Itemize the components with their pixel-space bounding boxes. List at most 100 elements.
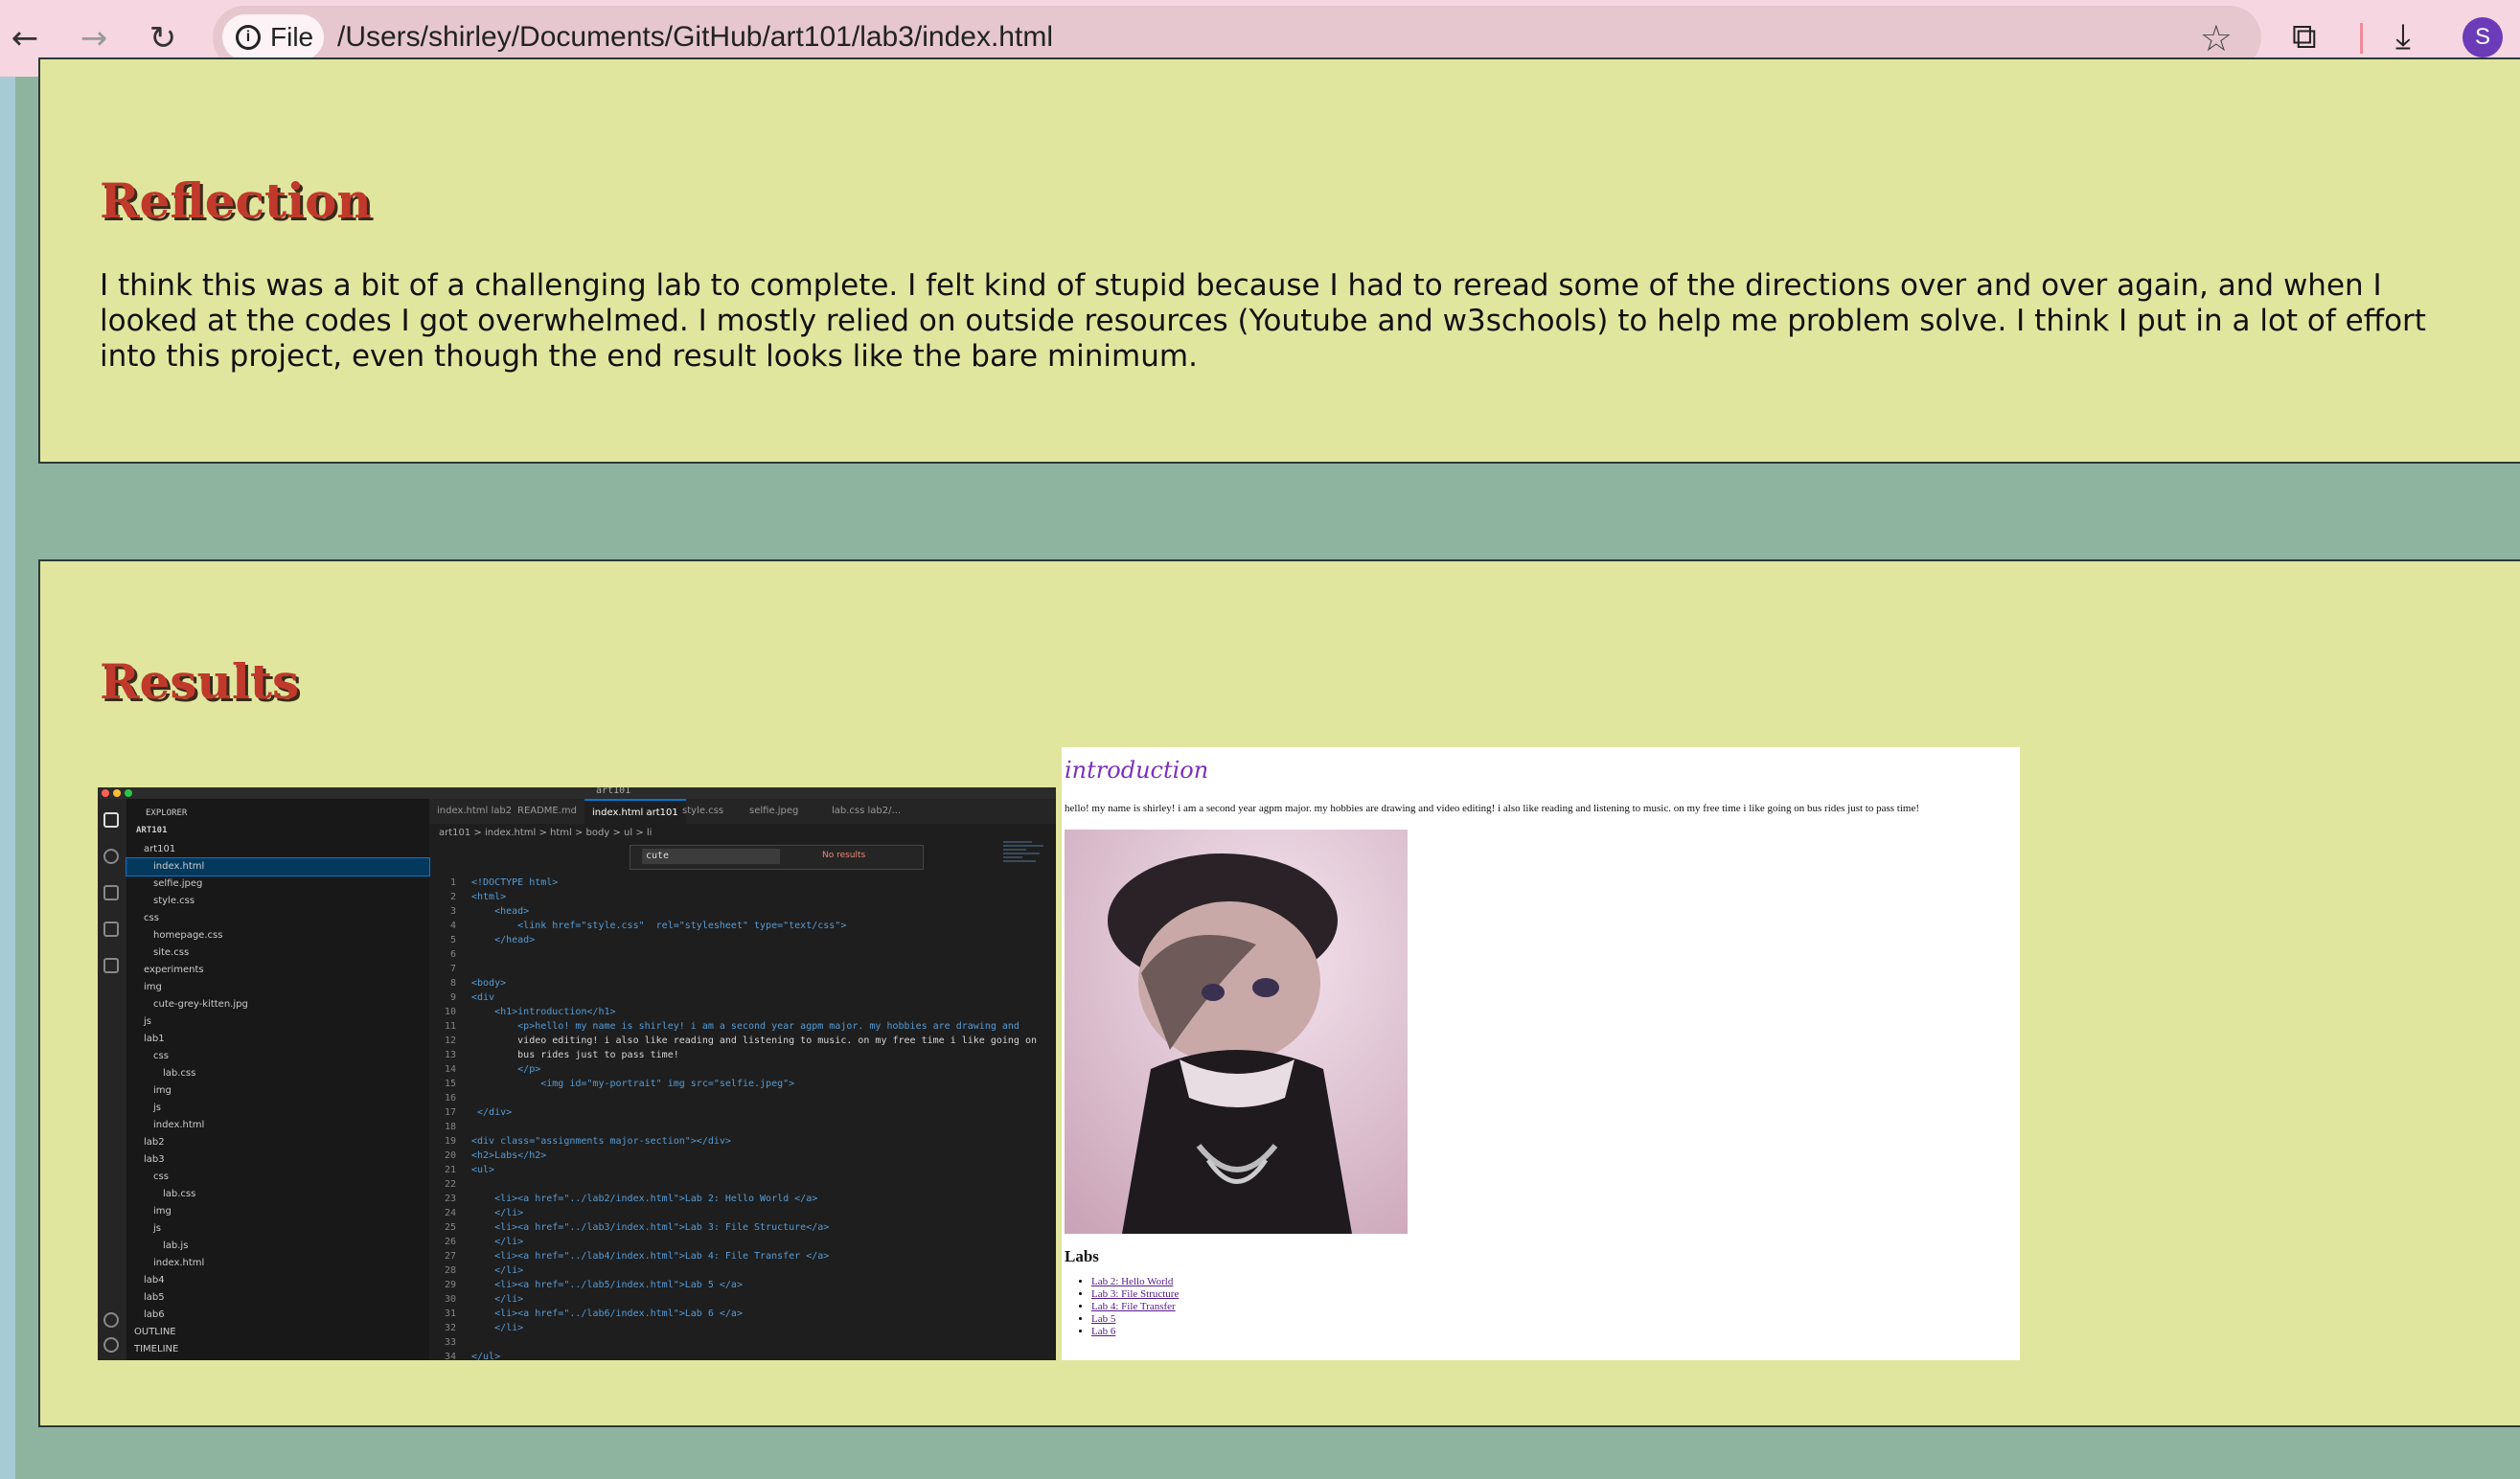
list-item: Lab 5 bbox=[1091, 1313, 1179, 1326]
code-line: 17 </div> bbox=[444, 1107, 513, 1118]
code-line-text: bus rides just to pass time! bbox=[471, 1050, 679, 1060]
code-line-text: <div class="assignments major-section"><… bbox=[471, 1136, 731, 1147]
file-tree-item: img bbox=[144, 982, 162, 992]
code-line: 10 <h1>introduction</h1> bbox=[444, 1007, 616, 1017]
code-line-text: <li><a href="../lab4/index.html">Lab 4: … bbox=[471, 1251, 830, 1262]
code-line-text: </div> bbox=[471, 1107, 513, 1118]
reflection-text: I think this was a bit of a challenging … bbox=[100, 268, 2426, 374]
find-result-text: No results bbox=[822, 851, 866, 860]
file-tree-item: selfie.jpeg bbox=[153, 878, 203, 889]
code-line: 7 bbox=[449, 964, 456, 974]
code-line: 28 </li> bbox=[444, 1265, 524, 1276]
code-line: 18 bbox=[444, 1122, 456, 1132]
vscode-titlebar: art101 bbox=[98, 787, 1056, 799]
code-line-text: <head> bbox=[471, 906, 530, 917]
site-info-chip[interactable]: i File bbox=[222, 14, 324, 60]
bookmark-star-icon[interactable]: ☆ bbox=[2200, 17, 2233, 59]
file-tree-item: js bbox=[153, 1103, 161, 1113]
code-line-text: <li><a href="../lab2/index.html">Lab 2: … bbox=[471, 1194, 818, 1204]
preview-labs-list: Lab 2: Hello World Lab 3: File Structure… bbox=[1065, 1276, 1179, 1338]
code-line: 26 </li> bbox=[444, 1237, 524, 1247]
source-control-icon bbox=[103, 885, 119, 900]
editor-breadcrumb: art101 > index.html > html > body > ul >… bbox=[439, 828, 653, 838]
file-tree-item: js bbox=[153, 1223, 161, 1234]
file-tree-item: index.html bbox=[153, 1258, 205, 1268]
account-icon bbox=[103, 1312, 119, 1328]
code-line-text: <link href="style.css" rel="stylesheet" … bbox=[471, 921, 847, 931]
minimize-dot bbox=[113, 789, 121, 797]
explorer-label: EXPLORER bbox=[146, 808, 188, 818]
site-chip-label: File bbox=[270, 22, 314, 52]
code-line: 31 <li><a href="../lab6/index.html">Lab … bbox=[444, 1308, 743, 1319]
file-tree-item: lab4 bbox=[144, 1275, 165, 1286]
editor-tab: selfie.jpeg bbox=[749, 806, 799, 816]
download-icon[interactable]: ⤓ bbox=[2395, 17, 2411, 57]
extensions-icon[interactable]: ⧉ bbox=[2292, 17, 2317, 57]
selfie-portrait-image bbox=[1065, 830, 1408, 1234]
run-debug-icon bbox=[103, 922, 119, 937]
file-tree-item: index.html bbox=[126, 857, 430, 876]
code-line: 3 <head> bbox=[449, 906, 530, 917]
list-item: Lab 3: File Structure bbox=[1091, 1288, 1179, 1301]
code-line-text: </li> bbox=[471, 1208, 524, 1218]
code-line: 5 </head> bbox=[449, 935, 536, 945]
file-tree-item: style.css bbox=[153, 896, 195, 906]
code-line: 6 bbox=[449, 949, 456, 960]
avatar[interactable]: S bbox=[2463, 17, 2503, 57]
explorer-root: ART101 bbox=[136, 826, 168, 835]
code-line: 23 <li><a href="../lab2/index.html">Lab … bbox=[444, 1194, 818, 1204]
vscode-screenshot: art101 EXPLORER ART101 art101 index.html s… bbox=[98, 787, 1056, 1360]
code-line: 29 <li><a href="../lab5/index.html">Lab … bbox=[444, 1280, 743, 1290]
settings-gear-icon bbox=[103, 1337, 119, 1353]
find-widget: cute No results bbox=[630, 845, 924, 870]
file-tree-item: img bbox=[153, 1206, 172, 1217]
close-dot bbox=[102, 789, 109, 797]
code-editor: 1 <!DOCTYPE html> 2 <html> 3 <head> 4 <link h… bbox=[429, 876, 1056, 1360]
code-line-text: video editing! i also like reading and l… bbox=[471, 1035, 1038, 1046]
file-tree-item: cute-grey-kitten.jpg bbox=[153, 999, 248, 1010]
file-tree-item: js bbox=[144, 1016, 151, 1027]
file-tree-item: site.css bbox=[153, 947, 190, 958]
file-tree-item: lab2 bbox=[144, 1137, 165, 1148]
editor-tab: index.html art101 bbox=[584, 799, 686, 826]
back-icon[interactable]: ← bbox=[4, 17, 46, 59]
code-line-text: <html> bbox=[471, 892, 507, 902]
code-line: 4 <link href="style.css" rel="stylesheet… bbox=[449, 921, 847, 931]
code-line-text: <ul> bbox=[471, 1165, 495, 1175]
code-line-text: </head> bbox=[471, 935, 536, 945]
code-line: 32 </li> bbox=[444, 1323, 524, 1333]
rendered-page-screenshot: introduction hello! my name is shirley! … bbox=[1062, 747, 2020, 1360]
reflection-title: Reflection bbox=[100, 172, 372, 229]
search-icon bbox=[103, 849, 119, 864]
code-line-text: <div bbox=[471, 992, 495, 1003]
code-line: 12 video editing! i also like reading an… bbox=[444, 1035, 1038, 1046]
list-item: Lab 4: File Transfer bbox=[1091, 1301, 1179, 1313]
code-line: 27 <li><a href="../lab4/index.html">Lab … bbox=[444, 1251, 830, 1262]
reload-icon[interactable]: ↻ bbox=[142, 17, 184, 59]
code-line: 20 <h2>Labs</h2> bbox=[444, 1150, 547, 1161]
code-line-text: </ul> bbox=[471, 1352, 501, 1360]
lab4-link[interactable]: Lab 4: File Transfer bbox=[1091, 1301, 1176, 1312]
lab2-link[interactable]: Lab 2: Hello World bbox=[1091, 1276, 1173, 1287]
forward-icon[interactable]: → bbox=[73, 17, 115, 59]
file-tree-item: homepage.css bbox=[153, 930, 223, 941]
file-tree-item: css bbox=[153, 1051, 169, 1061]
info-icon: i bbox=[236, 25, 261, 50]
preview-labs-heading: Labs bbox=[1065, 1247, 1099, 1265]
find-input: cute bbox=[642, 849, 780, 864]
code-line-text: <li><a href="../lab6/index.html">Lab 6 <… bbox=[471, 1308, 743, 1319]
lab6-link[interactable]: Lab 6 bbox=[1091, 1326, 1115, 1337]
code-line: 16 bbox=[444, 1093, 456, 1104]
code-line: 14 </p> bbox=[444, 1064, 541, 1075]
preview-paragraph: hello! my name is shirley! i am a second… bbox=[1065, 803, 1920, 814]
maximize-dot bbox=[125, 789, 132, 797]
file-tree-item: lab3 bbox=[144, 1154, 165, 1165]
lab5-link[interactable]: Lab 5 bbox=[1091, 1313, 1115, 1325]
editor-tab: lab.css lab2/... bbox=[832, 806, 902, 816]
file-tree-item: css bbox=[153, 1172, 169, 1182]
file-tree-item: lab6 bbox=[144, 1309, 165, 1320]
lab3-link[interactable]: Lab 3: File Structure bbox=[1091, 1288, 1179, 1300]
editor-tabs: index.html lab2 README.md index.html art10… bbox=[429, 799, 1056, 826]
file-tree-item: lab.js bbox=[163, 1240, 189, 1251]
code-line-text: </li> bbox=[471, 1323, 524, 1333]
